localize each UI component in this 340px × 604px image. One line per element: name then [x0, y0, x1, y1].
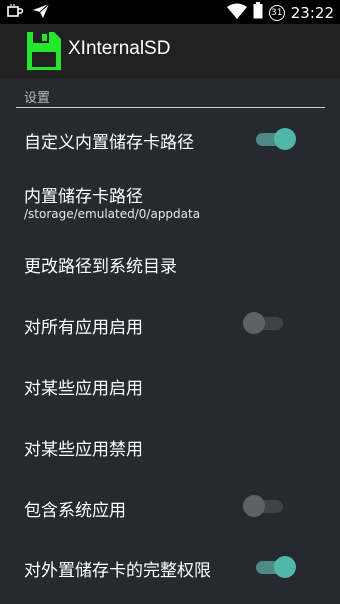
- setting-title: 自定义内置储存卡路径: [24, 133, 194, 153]
- setting-change-path-to-system-dir[interactable]: 更改路径到系统目录: [0, 232, 340, 292]
- battery-icon: [253, 2, 263, 23]
- status-bar-notifications: [6, 3, 50, 23]
- setting-internal-sd-path[interactable]: 内置储存卡路径 /storage/emulated/0/appdata: [0, 170, 340, 234]
- app-title: XInternalSD: [68, 38, 171, 59]
- setting-include-system-apps[interactable]: 包含系统应用: [0, 476, 340, 536]
- setting-title: 对外置储存卡的完整权限: [24, 561, 211, 581]
- setting-title: 包含系统应用: [24, 501, 126, 521]
- include-system-apps-toggle[interactable]: [243, 494, 287, 518]
- status-bar-system: 31 23:22: [226, 2, 334, 23]
- send-icon: [32, 3, 50, 23]
- section-divider: [16, 107, 325, 108]
- section-header: 设置: [24, 91, 51, 106]
- setting-title: 对某些应用启用: [24, 379, 143, 399]
- setting-title: 对某些应用禁用: [24, 440, 143, 460]
- setting-disable-for-some-apps[interactable]: 对某些应用禁用: [0, 415, 340, 475]
- status-bar: 31 23:22: [0, 0, 340, 24]
- notification-count-badge: 31: [268, 4, 285, 21]
- floppy-disk-icon: [27, 32, 61, 70]
- setting-full-external-sd-access[interactable]: 对外置储存卡的完整权限: [0, 537, 340, 597]
- setting-summary: /storage/emulated/0/appdata: [24, 207, 201, 221]
- app-bar: XInternalSD: [0, 24, 340, 78]
- setting-title: 对所有应用启用: [24, 318, 143, 338]
- setting-title: 更改路径到系统目录: [24, 257, 177, 277]
- setting-enable-for-all-apps[interactable]: 对所有应用启用: [0, 293, 340, 353]
- coffee-mug-icon: [6, 3, 24, 23]
- setting-custom-internal-sd-path[interactable]: 自定义内置储存卡路径: [0, 110, 340, 170]
- enable-all-apps-toggle[interactable]: [243, 311, 287, 335]
- custom-path-toggle[interactable]: [252, 127, 296, 151]
- status-bar-time: 23:22: [290, 3, 334, 22]
- full-external-sd-toggle[interactable]: [252, 555, 296, 579]
- setting-enable-for-some-apps[interactable]: 对某些应用启用: [0, 354, 340, 414]
- setting-title: 内置储存卡路径: [24, 187, 143, 207]
- wifi-icon: [226, 3, 247, 23]
